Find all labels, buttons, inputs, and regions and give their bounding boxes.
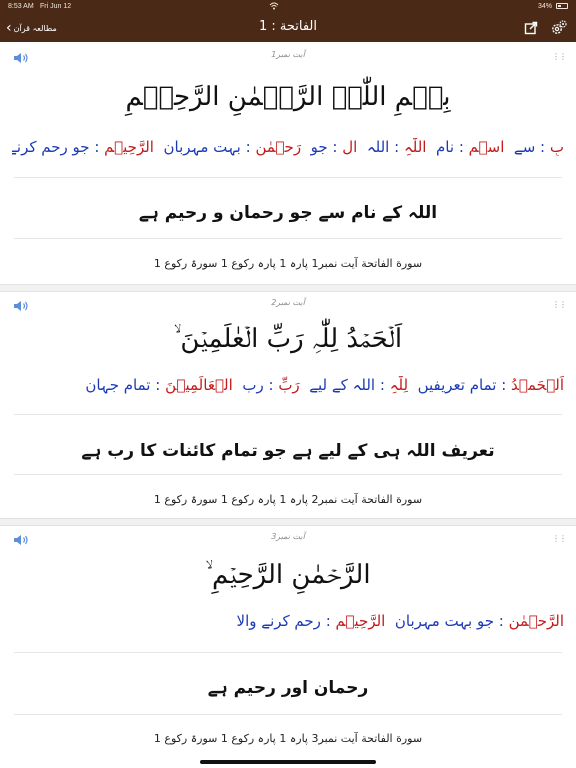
- ayah-number: آیت نمبر2: [271, 298, 305, 307]
- divider: [14, 474, 562, 475]
- wifi-icon: [269, 2, 279, 12]
- divider: [14, 177, 562, 178]
- ayah-reference: سورة الفاتحة آیت نمبر3 پارہ 1 پارہ رکوع …: [153, 732, 423, 745]
- urdu-meaning: بہت مہربان: [163, 138, 241, 156]
- urdu-meaning: سے: [513, 138, 536, 156]
- divider: [14, 652, 562, 653]
- status-time: 8:53 AM: [8, 3, 34, 10]
- arabic-word: الرَّحِیۡمِ: [335, 612, 386, 630]
- urdu-translation: تعریف اللہ ہی کے لیے ہے جو تمام کائنات ک…: [81, 441, 495, 461]
- arabic-word: لِلّٰہِ: [389, 376, 409, 394]
- urdu-meaning: تمام جہان: [85, 376, 151, 394]
- arabic-word: اسۡمِ: [468, 138, 505, 156]
- urdu-meaning: رحم کرنے والا: [236, 612, 321, 630]
- status-date: Fri Jun 12: [40, 3, 72, 10]
- gear-icon: [552, 20, 567, 34]
- ayah-card: آیت نمبر1 ⋮⋮ بِسۡمِ اللّٰہِ الرَّحۡمٰنِ …: [0, 42, 576, 288]
- divider: [14, 714, 562, 715]
- urdu-meaning: نام: [436, 138, 455, 156]
- more-icon[interactable]: ⋮⋮: [552, 534, 567, 543]
- more-icon[interactable]: ⋮⋮: [552, 300, 567, 309]
- status-bar: 8:53 AM Fri Jun 12 34%: [0, 0, 576, 14]
- urdu-meaning: رب: [242, 376, 264, 394]
- ayah-header: آیت نمبر1 ⋮⋮: [0, 42, 576, 72]
- arabic-word: بِ: [549, 138, 564, 156]
- word-by-word-meaning: بِ : سے اسۡمِ : نام اللّٰہِ : اللہ ال : …: [12, 138, 564, 156]
- ayah-header: آیت نمبر2 ⋮⋮: [0, 290, 576, 320]
- arabic-word: ال: [342, 138, 358, 156]
- more-icon[interactable]: ⋮⋮: [552, 52, 567, 61]
- urdu-meaning: جو رحم کرنے والا: [12, 138, 90, 156]
- ayah-card: آیت نمبر2 ⋮⋮ اَلۡحَمۡدُ لِلّٰہِ رَبِّ ال…: [0, 290, 576, 518]
- arabic-word: رَبِّ: [278, 376, 300, 394]
- ayah-list[interactable]: آیت نمبر1 ⋮⋮ بِسۡمِ اللّٰہِ الرَّحۡمٰنِ …: [0, 42, 576, 768]
- ayah-number: آیت نمبر1: [271, 50, 305, 59]
- ayah-header: آیت نمبر3 ⋮⋮: [0, 524, 576, 554]
- divider: [14, 238, 562, 239]
- urdu-translation: اللہ کے نام سے جو رحمان و رحیم ہے: [138, 203, 438, 223]
- ayah-card: آیت نمبر3 ⋮⋮ الرَّحۡمٰنِ الرَّحِیۡمِ ۙ ا…: [0, 524, 576, 768]
- arabic-verse: بِسۡمِ اللّٰہِ الرَّحۡمٰنِ الرَّحِیۡمِ: [125, 82, 451, 112]
- navigation-bar: ‹ مطالعہ قرآن الفاتحة : 1: [0, 14, 576, 42]
- arabic-word: الرَّحۡمٰنِ: [508, 612, 564, 630]
- battery-icon: [556, 3, 568, 9]
- share-icon: [524, 21, 538, 35]
- urdu-meaning: تمام تعریفیں: [417, 376, 497, 394]
- home-indicator[interactable]: [200, 760, 376, 764]
- arabic-word: اللّٰہِ: [403, 138, 427, 156]
- ayah-reference: سورة الفاتحة آیت نمبر1 پارہ 1 پارہ رکوع …: [153, 257, 423, 270]
- ayah-reference: سورة الفاتحة آیت نمبر2 پارہ 1 پارہ رکوع …: [153, 493, 423, 506]
- ayah-number: آیت نمبر3: [271, 532, 305, 541]
- urdu-meaning: اللہ: [366, 138, 390, 156]
- arabic-word: اَلۡحَمۡدُ: [511, 376, 564, 394]
- divider: [14, 414, 562, 415]
- arabic-verse: اَلۡحَمۡدُ لِلّٰہِ رَبِّ الۡعٰلَمِیۡنَ ۙ: [173, 324, 403, 354]
- page-title: الفاتحة : 1: [258, 19, 317, 34]
- arabic-word: الرَّحِیۡمِ: [104, 138, 154, 156]
- urdu-meaning: جو: [310, 138, 328, 156]
- share-button[interactable]: [524, 20, 538, 35]
- arabic-word: رَحۡمٰنِ: [255, 138, 302, 156]
- urdu-meaning: جو بہت مہربان: [394, 612, 495, 630]
- battery-percent: 34%: [537, 3, 552, 10]
- settings-button[interactable]: [550, 19, 568, 37]
- urdu-translation: رحمان اور رحیم ہے: [207, 678, 369, 698]
- arabic-word: الۡعَالَمِیۡنَ: [165, 376, 233, 394]
- word-by-word-meaning: الرَّحۡمٰنِ : جو بہت مہربان الرَّحِیۡمِ …: [236, 612, 564, 630]
- urdu-meaning: اللہ کے لیے: [309, 376, 376, 394]
- arabic-verse: الرَّحۡمٰنِ الرَّحِیۡمِ ۙ: [205, 560, 371, 590]
- word-by-word-meaning: اَلۡحَمۡدُ : تمام تعریفیں لِلّٰہِ : اللہ…: [85, 376, 564, 394]
